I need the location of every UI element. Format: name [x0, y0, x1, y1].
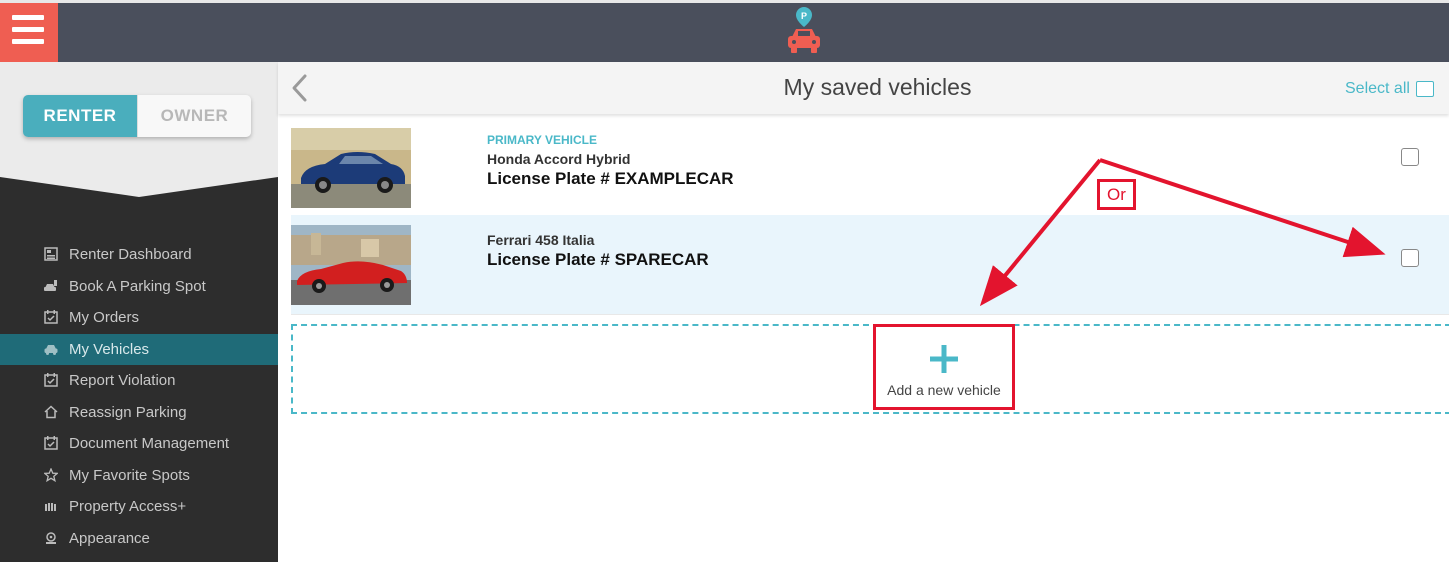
hamburger-icon-line [12, 27, 44, 32]
vehicle-row[interactable]: Ferrari 458 Italia License Plate # SPARE… [291, 215, 1449, 315]
sidebar-item-renter-dashboard[interactable]: Renter Dashboard [0, 239, 278, 270]
owner-toggle-button[interactable]: OWNER [137, 95, 251, 137]
vehicle-name: Ferrari 458 Italia [487, 232, 595, 248]
add-vehicle-area[interactable] [291, 324, 1449, 414]
sidebar-item-label: Book A Parking Spot [69, 278, 206, 295]
sidebar-item-label: My Favorite Spots [69, 467, 190, 484]
sidebar-item-document-management[interactable]: Document Management [0, 428, 278, 459]
back-chevron-icon[interactable] [288, 73, 312, 103]
vehicle-select-checkbox[interactable] [1401, 249, 1419, 267]
vehicle-row[interactable]: PRIMARY VEHICLE Honda Accord Hybrid Lice… [291, 118, 1449, 218]
dashboard-icon [44, 247, 58, 261]
page-title: My saved vehicles [783, 74, 972, 100]
license-plate: License Plate # EXAMPLECAR [487, 169, 734, 188]
vehicle-select-checkbox[interactable] [1401, 148, 1419, 166]
calendar-check-icon [44, 310, 58, 324]
sidebar-item-label: My Vehicles [69, 341, 150, 358]
license-plate: License Plate # SPARECAR [487, 250, 709, 269]
sidebar-item-report-violation[interactable]: Report Violation [0, 365, 278, 396]
select-all-checkbox[interactable] [1416, 81, 1434, 97]
sidebar-item-my-orders[interactable]: My Orders [0, 302, 278, 333]
parking-car-logo-icon: P [788, 7, 820, 53]
home-icon [44, 405, 58, 419]
hamburger-menu-button[interactable] [0, 3, 58, 62]
calendar-check-icon [44, 373, 58, 387]
renter-toggle-button[interactable]: RENTER [23, 95, 137, 137]
car-book-icon [44, 280, 57, 291]
sidebar-item-label: My Orders [69, 309, 140, 326]
hamburger-icon-line [12, 39, 44, 44]
star-icon [44, 468, 58, 482]
calendar-check-icon [44, 436, 58, 450]
hamburger-icon [12, 15, 44, 20]
vehicle-name: Honda Accord Hybrid [487, 151, 631, 167]
top-header-bar [0, 3, 1449, 62]
vehicle-thumbnail [291, 225, 411, 305]
car-icon [44, 345, 58, 355]
sidebar-item-reassign-parking[interactable]: Reassign Parking [0, 397, 278, 428]
vehicle-thumbnail [291, 128, 411, 208]
sidebar-item-label: Renter Dashboard [69, 246, 192, 263]
sidebar-item-label: Report Violation [69, 372, 176, 389]
svg-text:P: P [801, 11, 807, 21]
sidebar-item-book-parking[interactable]: Book A Parking Spot [0, 271, 278, 302]
sidebar-item-label: Appearance [69, 530, 150, 547]
sidebar-item-label: Document Management [69, 435, 230, 452]
gate-icon [45, 503, 56, 511]
select-all-link[interactable]: Select all [1345, 80, 1410, 98]
palette-icon [46, 532, 56, 544]
role-toggle: RENTER OWNER [23, 95, 251, 137]
sidebar-item-my-vehicles[interactable]: My Vehicles [0, 334, 278, 365]
sidebar-item-favorite-spots[interactable]: My Favorite Spots [0, 460, 278, 491]
sidebar-item-appearance[interactable]: Appearance [0, 523, 278, 554]
annotation-or-label: Or [1097, 179, 1136, 210]
sidebar-item-label: Property Access+ [69, 498, 187, 515]
annotation-highlight-box [873, 324, 1015, 410]
sidebar-item-property-access[interactable]: Property Access+ [0, 491, 278, 522]
primary-vehicle-badge: PRIMARY VEHICLE [487, 133, 598, 147]
sidebar-item-label: Reassign Parking [69, 404, 187, 421]
